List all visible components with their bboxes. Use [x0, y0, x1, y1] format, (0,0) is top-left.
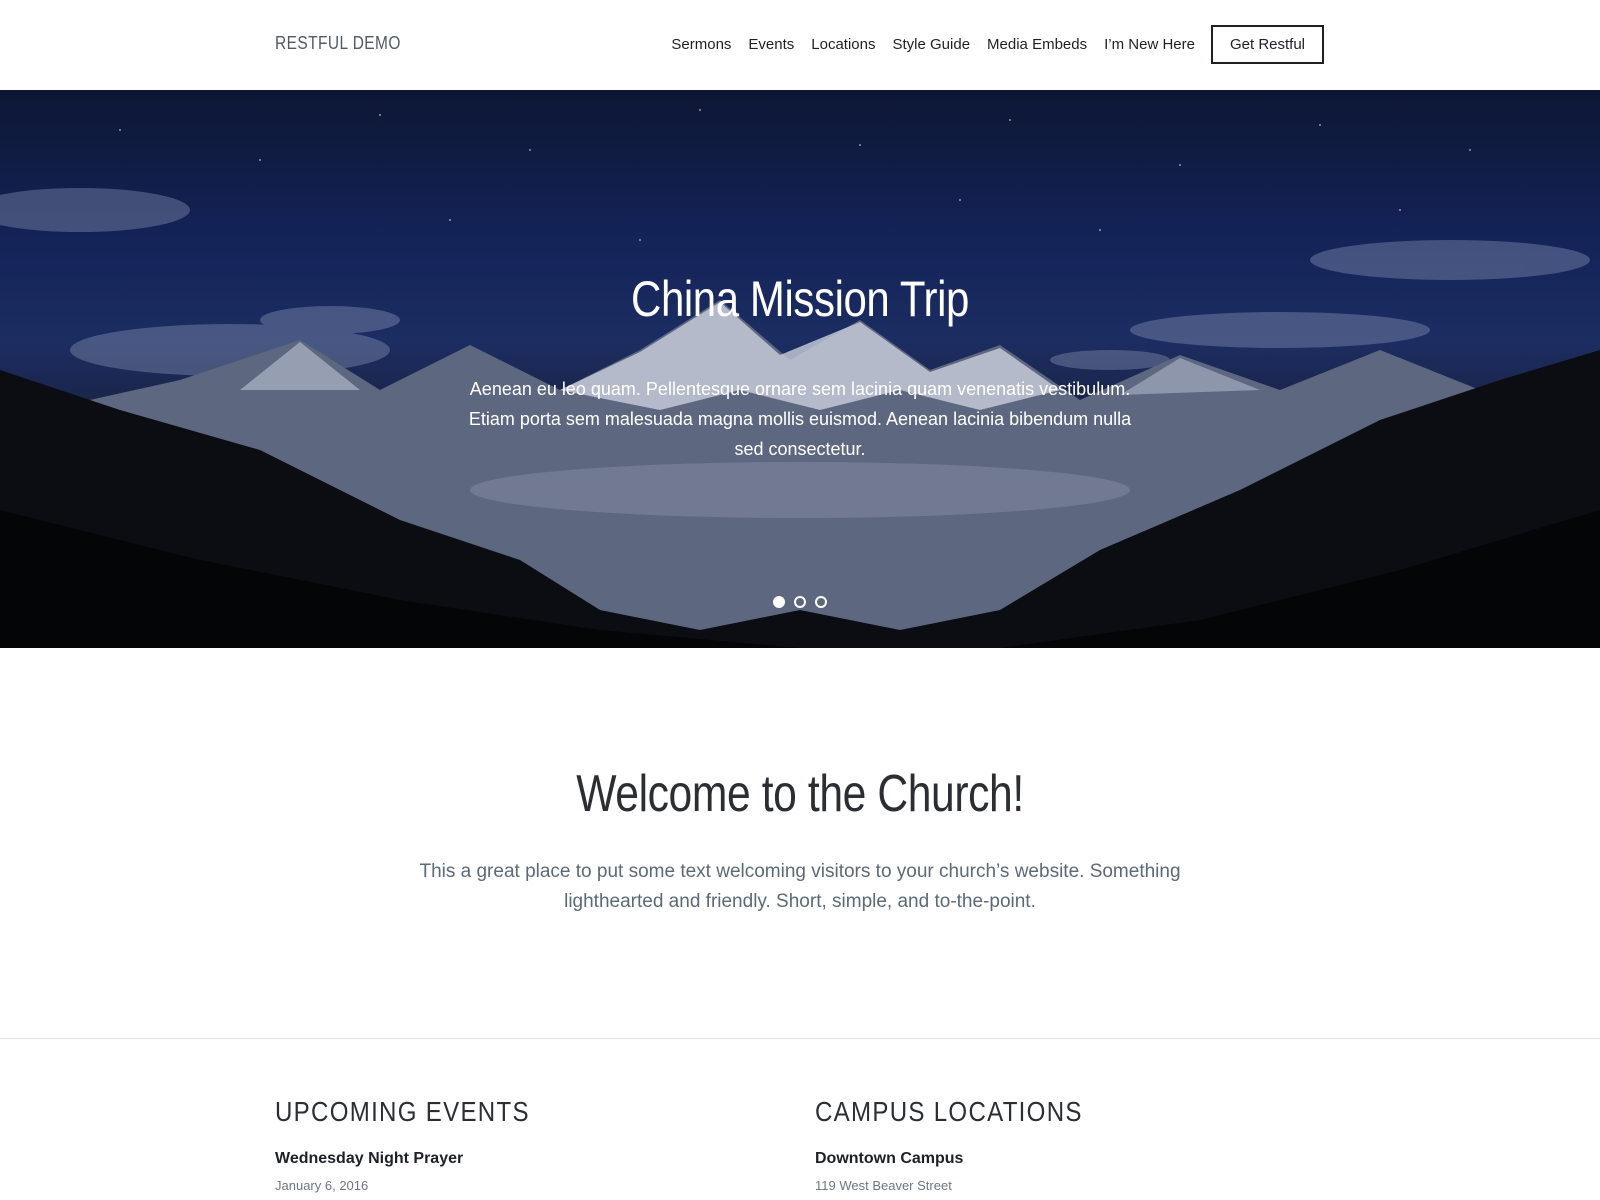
location-title-link[interactable]: Downtown Campus	[815, 1150, 1335, 1168]
location-address: 119 West Beaver Street	[815, 1178, 952, 1193]
nav-item-sermons[interactable]: Sermons	[671, 36, 731, 53]
section-divider	[0, 1038, 1600, 1039]
site-header: RESTFUL DEMO Sermons Events Locations St…	[0, 0, 1600, 90]
upcoming-events-section: UPCOMING EVENTS Wednesday Night Prayer J…	[275, 1096, 795, 1193]
slider-dot-3[interactable]	[815, 596, 827, 608]
welcome-text: This a great place to put some text welc…	[419, 861, 1181, 912]
hero-title: China Mission Trip	[631, 271, 969, 327]
slider-pagination	[0, 596, 1600, 608]
nav-item-locations[interactable]: Locations	[811, 36, 875, 53]
main-nav: Sermons Events Locations Style Guide Med…	[654, 24, 1324, 64]
event-date: January 6, 2016	[275, 1178, 369, 1193]
welcome-title: Welcome to the Church!	[576, 765, 1024, 823]
nav-item-style-guide[interactable]: Style Guide	[893, 36, 971, 53]
nav-item-new-here[interactable]: I’m New Here	[1104, 36, 1195, 53]
event-title-link[interactable]: Wednesday Night Prayer	[275, 1150, 795, 1168]
nav-item-media-embeds[interactable]: Media Embeds	[987, 36, 1087, 53]
hero-slider: China Mission Trip Aenean eu leo quam. P…	[0, 90, 1600, 648]
campus-locations-section: CAMPUS LOCATIONS Downtown Campus 119 Wes…	[815, 1096, 1335, 1193]
site-logo[interactable]: RESTFUL DEMO	[275, 33, 401, 54]
hero-background-image	[0, 109, 1600, 648]
hero-description: Aenean eu leo quam. Pellentesque ornare …	[468, 379, 1132, 459]
get-restful-button[interactable]: Get Restful	[1210, 24, 1324, 64]
slider-dot-1[interactable]	[773, 596, 785, 608]
slider-dot-2[interactable]	[794, 596, 806, 608]
campus-locations-heading: CAMPUS LOCATIONS	[815, 1096, 1083, 1127]
upcoming-events-heading: UPCOMING EVENTS	[275, 1096, 530, 1127]
nav-item-events[interactable]: Events	[748, 36, 794, 53]
